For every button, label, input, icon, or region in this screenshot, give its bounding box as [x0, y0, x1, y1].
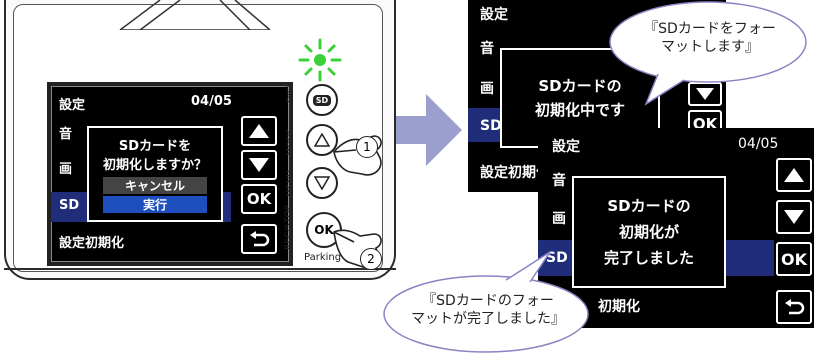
triangle-up-icon	[249, 124, 269, 138]
led-indicator-icon	[298, 38, 342, 82]
page-indicator: 04/05	[191, 94, 232, 109]
format-confirm-dialog: SDカードを 初期化しますか？ キャンセル 実行	[87, 126, 223, 222]
dialog-question-line2: 初期化しますか？	[102, 158, 207, 173]
execute-option[interactable]: 実行	[103, 196, 207, 213]
menu-row-reset[interactable]: 設定初期化	[59, 232, 124, 251]
sd-icon: SD	[312, 94, 332, 106]
menu-title: 設定	[59, 98, 86, 113]
return-arrow-icon	[250, 231, 270, 247]
rec-stop-label: REC/STOP	[284, 205, 294, 250]
mount-bracket-icon	[119, 0, 271, 30]
up-button[interactable]	[241, 116, 277, 146]
bubble-bottom-text: 『SDカードのフォー マットが完了しました』	[390, 292, 586, 328]
mode-label: MODE	[286, 128, 296, 156]
right-arrow-icon	[396, 94, 462, 166]
dialog-question-line1: SDカードを	[118, 139, 192, 154]
bubble-top-line1: 『SDカードをフォー	[644, 21, 776, 37]
disp-label: DISP	[286, 82, 296, 103]
bubble-top-line2: マットします』	[661, 39, 759, 55]
triangle-down-icon	[249, 158, 269, 172]
triangle-down-icon	[784, 210, 804, 224]
screen2-page-indicator: 04/05	[738, 136, 779, 152]
screen2-up-button	[776, 158, 812, 192]
screen2-row-image: 画	[552, 211, 566, 227]
triangle-up-outline-icon	[314, 133, 330, 147]
screen2-back-button	[776, 290, 812, 324]
down-button[interactable]	[241, 150, 277, 180]
cancel-option[interactable]: キャンセル	[103, 177, 207, 194]
screen2-down-button	[776, 200, 812, 234]
ok-side-button[interactable]: OK	[241, 184, 277, 214]
bubble-top-text: 『SDカードをフォー マットします』	[620, 20, 800, 56]
screen1-row-image: 画	[480, 81, 494, 97]
return-arrow-icon	[785, 299, 805, 315]
bubble-bottom-line1: 『SDカードのフォー	[422, 293, 554, 309]
complete-popup-line3: 完了しました	[603, 249, 694, 267]
menu-row-sd[interactable]: SD	[59, 198, 79, 213]
back-button[interactable]	[241, 224, 277, 254]
disp-button[interactable]: SD	[306, 84, 338, 116]
screen2-row-audio: 音	[552, 173, 566, 189]
screen1-row-audio: 音	[480, 41, 494, 57]
screen2-title: 設定	[552, 139, 580, 155]
step-2-marker: 2	[360, 248, 382, 270]
menu-row-audio[interactable]: 音	[59, 123, 72, 142]
screen1-title: 設定	[480, 7, 508, 23]
bubble-bottom-line2: マットが完了しました』	[411, 311, 565, 327]
menu-label: MENU	[286, 170, 296, 197]
complete-popup-line1: SDカードの	[607, 197, 691, 215]
triangle-down-outline-icon	[314, 176, 330, 190]
menu-row-image[interactable]: 画	[59, 158, 72, 177]
device-screen: 設定 04/05 音 画 SD 設定初期化 OK SDカードを 初期化しますか？…	[47, 82, 293, 266]
triangle-up-icon	[784, 168, 804, 182]
screen2-ok-button: OK	[776, 242, 812, 276]
screen1-row-sd: SD	[480, 118, 502, 134]
complete-popup-line2: 初期化が	[618, 223, 679, 241]
step-1-marker: 1	[356, 136, 378, 158]
